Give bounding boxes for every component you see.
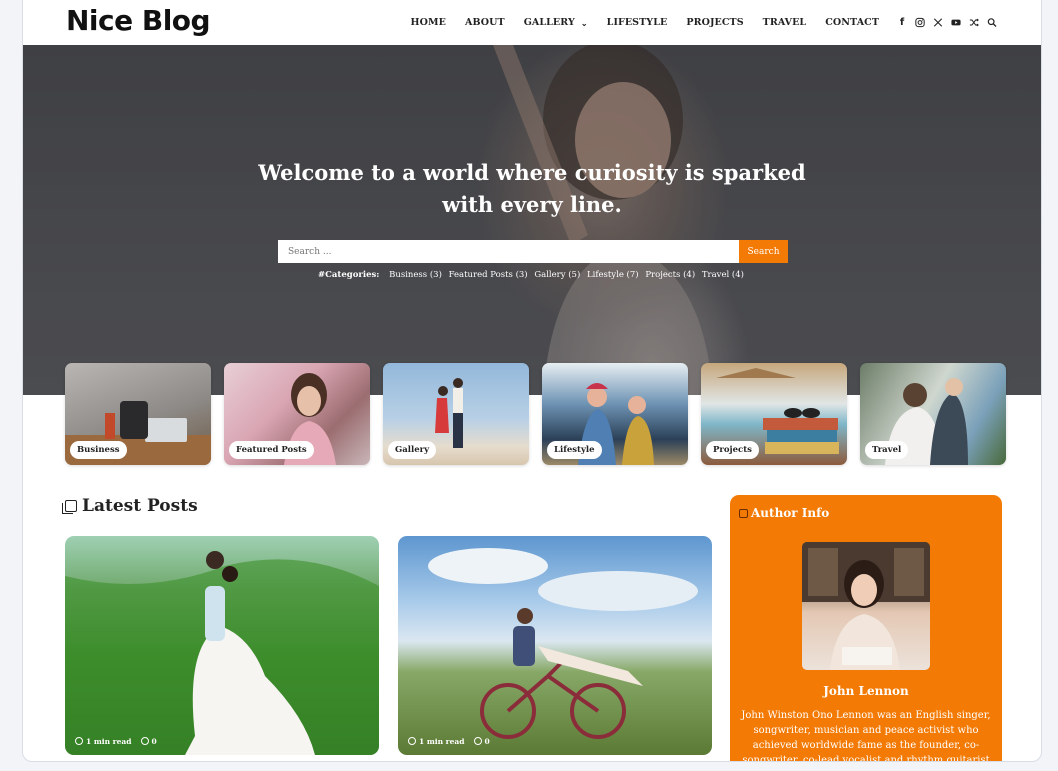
- author-bio: John Winston Ono Lennon was an English s…: [741, 710, 991, 762]
- categories-label: #Categories:: [318, 270, 380, 280]
- author-name: John Lennon: [823, 684, 909, 698]
- category-card-travel[interactable]: Travel: [860, 363, 1006, 465]
- social-links: f: [897, 17, 997, 28]
- author-widget-heading-text: Author Info: [751, 506, 830, 520]
- page-frame: Nice Blog HOME ABOUT GALLERY ⌄ LIFESTYLE…: [22, 0, 1042, 762]
- nav-projects[interactable]: PROJECTS: [686, 17, 743, 28]
- category-card-lifestyle[interactable]: Lifestyle: [542, 363, 688, 465]
- latest-posts-heading: Latest Posts: [62, 496, 198, 516]
- nav-contact[interactable]: CONTACT: [825, 17, 879, 28]
- post-comments[interactable]: 0: [140, 737, 157, 746]
- post-image: [428, 548, 698, 739]
- copy-icon: [62, 500, 77, 514]
- hero-title-line-2: with every line.: [442, 192, 622, 217]
- category-card-label: Travel: [865, 441, 909, 459]
- comment-count: 0: [484, 737, 490, 746]
- post-card[interactable]: 1 min read 0: [65, 536, 379, 755]
- nav-about[interactable]: ABOUT: [465, 17, 505, 28]
- nav-lifestyle[interactable]: LIFESTYLE: [607, 17, 668, 28]
- post-read-time: 1 min read: [408, 737, 465, 746]
- shuffle-icon[interactable]: [969, 18, 979, 28]
- comment-count: 0: [151, 737, 157, 746]
- post-meta: 1 min read 0: [408, 737, 490, 746]
- nav-travel[interactable]: TRAVEL: [763, 17, 807, 28]
- category-card-label: Lifestyle: [547, 441, 602, 459]
- site-logo[interactable]: Nice Blog: [66, 4, 211, 37]
- post-card[interactable]: 1 min read 0: [398, 536, 712, 755]
- author-widget-heading: Author Info: [739, 506, 829, 520]
- category-card-label: Business: [70, 441, 127, 459]
- message-icon: [739, 508, 748, 518]
- read-time-label: 1 min read: [86, 737, 132, 746]
- post-meta: 1 min read 0: [75, 737, 157, 746]
- category-cards: Business Featured Posts Gallery Lifestyl…: [65, 363, 1006, 465]
- read-time-label: 1 min read: [419, 737, 465, 746]
- category-link-travel[interactable]: Travel (4): [702, 270, 744, 280]
- youtube-icon[interactable]: [951, 18, 961, 28]
- category-card-label: Featured Posts: [229, 441, 314, 459]
- hero-search-form: Search: [278, 240, 788, 263]
- category-link-projects[interactable]: Projects (4): [645, 270, 695, 280]
- hero-title: Welcome to a world where curiosity is sp…: [23, 157, 1041, 221]
- latest-posts-heading-text: Latest Posts: [82, 496, 198, 516]
- post-comments[interactable]: 0: [473, 737, 490, 746]
- category-card-business[interactable]: Business: [65, 363, 211, 465]
- category-link-business[interactable]: Business (3): [389, 270, 442, 280]
- nav-gallery[interactable]: GALLERY ⌄: [524, 17, 588, 28]
- category-link-lifestyle[interactable]: Lifestyle (7): [587, 270, 639, 280]
- hero-category-list: #Categories: Business (3) Featured Posts…: [23, 270, 1041, 280]
- main-nav: HOME ABOUT GALLERY ⌄ LIFESTYLE PROJECTS …: [392, 0, 997, 45]
- hero-search-input[interactable]: [278, 240, 739, 263]
- facebook-icon[interactable]: f: [897, 17, 907, 28]
- author-avatar: [802, 542, 930, 670]
- category-card-projects[interactable]: Projects: [701, 363, 847, 465]
- comment-icon: [473, 737, 482, 745]
- category-link-featured-posts[interactable]: Featured Posts (3): [449, 270, 528, 280]
- x-icon[interactable]: [933, 18, 943, 28]
- category-card-gallery[interactable]: Gallery: [383, 363, 529, 465]
- search-icon[interactable]: [987, 18, 997, 28]
- category-card-label: Gallery: [388, 441, 437, 459]
- hero-search-button[interactable]: Search: [739, 240, 788, 263]
- author-photo: [802, 542, 930, 670]
- instagram-icon[interactable]: [915, 17, 925, 28]
- clock-icon: [75, 737, 83, 745]
- hero-title-line-1: Welcome to a world where curiosity is sp…: [258, 160, 806, 185]
- nav-gallery-label: GALLERY: [523, 17, 575, 28]
- author-widget: Author Info John Lennon John Winston Ono…: [730, 495, 1002, 762]
- post-read-time: 1 min read: [75, 737, 132, 746]
- clock-icon: [408, 737, 416, 745]
- post-image: [65, 551, 379, 755]
- hero-banner: Welcome to a world where curiosity is sp…: [23, 45, 1041, 395]
- category-card-label: Projects: [706, 441, 759, 459]
- category-card-featured-posts[interactable]: Featured Posts: [224, 363, 370, 465]
- nav-home[interactable]: HOME: [411, 17, 446, 28]
- chevron-down-icon: ⌄: [580, 17, 588, 28]
- category-link-gallery[interactable]: Gallery (5): [534, 270, 580, 280]
- site-header: Nice Blog HOME ABOUT GALLERY ⌄ LIFESTYLE…: [23, 0, 1041, 45]
- comment-icon: [140, 737, 149, 745]
